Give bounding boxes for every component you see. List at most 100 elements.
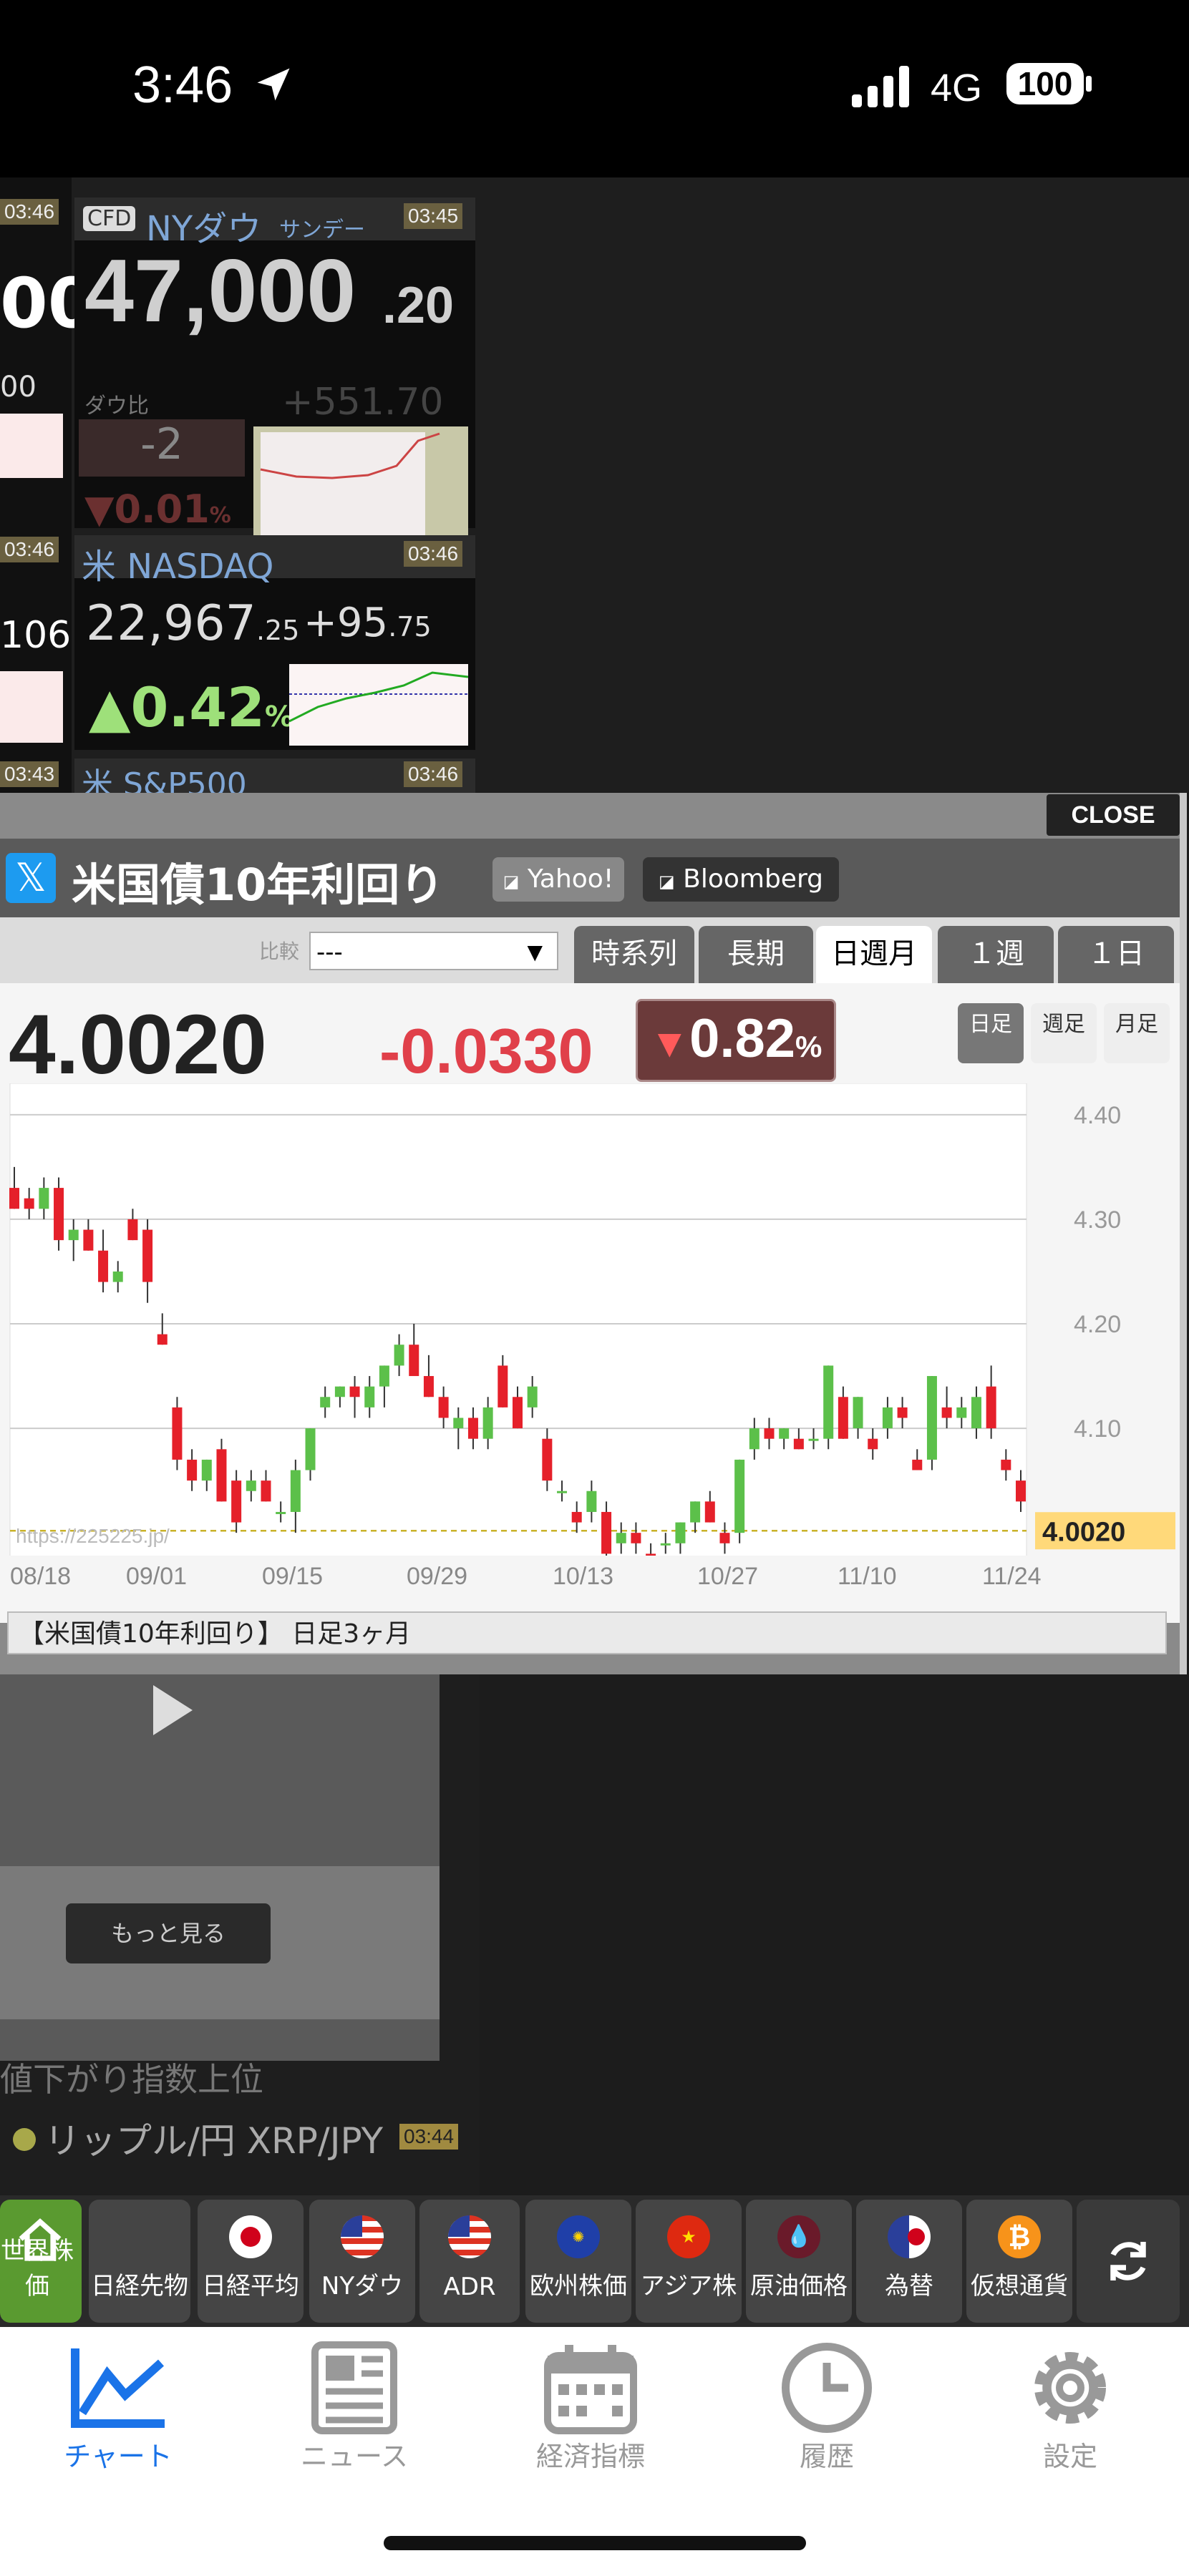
x-tick-label: 11/10 xyxy=(838,1563,897,1590)
menu-label: 為替 xyxy=(885,2272,933,2301)
ny-dow-tile[interactable]: CFD NYダウ サンデー 03:45 47,000 .20 ダウ比 +551.… xyxy=(74,197,475,541)
mini-chart xyxy=(253,426,468,541)
partial-value: 106 xyxy=(0,614,72,657)
candle-body xyxy=(68,1229,79,1241)
x-share-icon[interactable]: 𝕏 xyxy=(6,853,56,903)
price-main: 47,000 xyxy=(84,242,356,341)
time-badge: 03:45 xyxy=(404,203,463,229)
watermark: https://225225.jp/ xyxy=(16,1525,170,1547)
menu-ny-dow[interactable]: NYダウ xyxy=(309,2200,415,2323)
candle-body xyxy=(646,1553,656,1556)
nav-label: 履歴 xyxy=(799,2441,854,2472)
menu-europe-stocks[interactable]: ✺ 欧州株価 xyxy=(525,2200,631,2323)
down-arrow-icon: ▼ xyxy=(649,1020,690,1065)
pct-unit: % xyxy=(795,1030,822,1063)
bloomberg-link[interactable]: ◪ Bloomberg xyxy=(643,857,839,902)
yahoo-link[interactable]: ◪ Yahoo! xyxy=(492,857,624,902)
refresh-button[interactable] xyxy=(1077,2200,1180,2323)
compare-value: --- xyxy=(316,938,343,967)
candle-body xyxy=(320,1397,331,1407)
menu-adr[interactable]: ADR xyxy=(419,2200,520,2323)
price-change: -0.0330 xyxy=(379,1015,593,1086)
sp500-tile[interactable]: 米 S&P500 03:46 xyxy=(74,758,475,803)
candle-body xyxy=(83,1229,94,1251)
candle-body xyxy=(941,1407,952,1418)
background-right xyxy=(480,177,1189,793)
time-badge: 03:46 xyxy=(404,541,463,567)
japan-flag-icon xyxy=(229,2215,272,2258)
tab-longterm[interactable]: 長期 xyxy=(699,926,813,983)
candle-body xyxy=(631,1533,641,1543)
y-tick-label: 4.20 xyxy=(1074,1311,1121,1338)
battery-tip xyxy=(1086,76,1092,92)
x-tick-label: 10/13 xyxy=(553,1563,614,1590)
compare-label: 比較 xyxy=(259,940,300,963)
external-link-icon: ◪ xyxy=(503,872,520,892)
yahoo-label: Yahoo! xyxy=(527,864,614,894)
candle-body xyxy=(453,1418,464,1429)
candle-body xyxy=(823,1365,834,1439)
menu-forex[interactable]: 為替 xyxy=(856,2200,962,2323)
candle-body xyxy=(231,1480,242,1523)
candle-body xyxy=(409,1345,419,1377)
candle-body xyxy=(498,1365,508,1407)
more-button[interactable]: もっと見る xyxy=(66,1903,271,1963)
nasdaq-tile[interactable]: 米 NASDAQ 03:46 22,967.25 +95.75 ▲0.42% xyxy=(74,535,475,750)
tab-1week[interactable]: １週 xyxy=(938,926,1054,983)
tab-timeseries[interactable]: 時系列 xyxy=(574,926,694,983)
news-icon xyxy=(311,2341,397,2434)
weekly-button[interactable]: 週足 xyxy=(1031,1003,1097,1063)
candle-body xyxy=(557,1491,568,1493)
cfd-badge: CFD xyxy=(83,206,136,231)
us-flag-icon xyxy=(341,2215,384,2258)
candle-body xyxy=(986,1386,996,1429)
y-axis-ticks: 4.40 4.30 4.20 4.10 4.0020 xyxy=(1035,1102,1175,1550)
y-tick-label: 4.40 xyxy=(1074,1102,1121,1129)
menu-crude-oil[interactable]: 💧 原油価格 xyxy=(746,2200,852,2323)
candle-body xyxy=(912,1459,923,1470)
nav-label: 経済指標 xyxy=(535,2441,645,2472)
y-tick-label: 4.10 xyxy=(1074,1415,1121,1443)
current-price-label: 4.0020 xyxy=(1042,1517,1125,1547)
mini-chart xyxy=(289,664,468,746)
candle-body xyxy=(305,1428,316,1470)
tile-header: 米 NASDAQ 03:46 xyxy=(74,535,475,587)
menu-world-stocks[interactable]: 世界株価 xyxy=(0,2200,82,2323)
monthly-button[interactable]: 月足 xyxy=(1104,1003,1170,1063)
candle-body xyxy=(438,1397,449,1418)
nasdaq-price: 22,967.25 xyxy=(86,595,300,652)
x-tick-label: 09/01 xyxy=(126,1563,188,1590)
status-time: 3:46 xyxy=(132,57,233,114)
daily-button[interactable]: 日足 xyxy=(958,1003,1024,1063)
candle-body xyxy=(660,1543,671,1546)
menu-label: 仮想通貨 xyxy=(971,2272,1068,2301)
x-tick-label: 10/27 xyxy=(697,1563,759,1590)
candle-body xyxy=(349,1386,360,1397)
chart-icon xyxy=(71,2348,165,2428)
nav-label: ニュース xyxy=(300,2441,409,2472)
time-badge: 03:46 xyxy=(404,761,463,787)
market-menu-bar: 世界株価 日経先物 日経平均 NYダウ ADR ✺ 欧州株価 ★ アジア株 💧 … xyxy=(0,2195,1189,2327)
x-tick-label: 09/15 xyxy=(262,1563,324,1590)
menu-nikkei-average[interactable]: 日経平均 xyxy=(198,2200,304,2323)
compare-select[interactable]: --- ▼ xyxy=(309,932,558,970)
time-badge: 03:43 xyxy=(0,761,59,787)
menu-crypto[interactable]: ₿ 仮想通貨 xyxy=(966,2200,1072,2323)
nasdaq-pct: ▲0.42% xyxy=(89,675,294,739)
candle-body xyxy=(926,1376,937,1460)
mini-chart xyxy=(0,414,63,478)
menu-label: 日経先物 xyxy=(91,2272,188,2301)
menu-nikkei-futures[interactable]: 日経先物 xyxy=(89,2200,190,2323)
candle-body xyxy=(571,1511,582,1523)
candle-body xyxy=(98,1250,109,1282)
candle-body xyxy=(853,1397,863,1429)
modal-title: 米国債10年利回り xyxy=(72,859,445,911)
ranking-row[interactable]: リップル/円 XRP/JPY 03:44 xyxy=(0,2112,465,2170)
close-button[interactable]: CLOSE xyxy=(1047,794,1180,836)
left-partial-column: 03:46 00 00 03:46 106 03:43 xyxy=(0,177,96,793)
menu-asia-stocks[interactable]: ★ アジア株 xyxy=(636,2200,742,2323)
tab-1day[interactable]: １日 xyxy=(1058,926,1174,983)
tab-daily-weekly-monthly[interactable]: 日週月 xyxy=(816,926,932,983)
more-area: もっと見る xyxy=(0,1866,440,2019)
modal-titlebar: 𝕏 米国債10年利回り ◪ Yahoo! ◪ Bloomberg xyxy=(0,839,1180,917)
